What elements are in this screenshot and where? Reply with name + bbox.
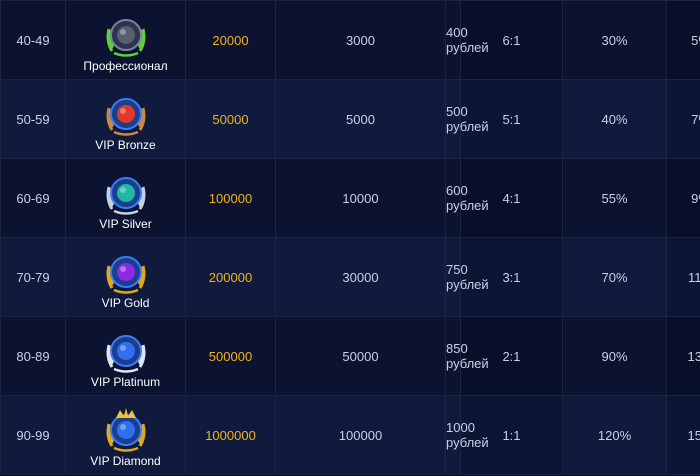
status-cell: VIP Gold xyxy=(65,237,186,317)
status-badge-icon xyxy=(106,177,145,215)
price-cell: 850 рублей xyxy=(445,316,489,396)
table-row: 50-59 VIP Bronze500005000500 рублей5:140… xyxy=(0,79,700,159)
table-row: 70-79 VIP Gold20000030000750 рублей3:170… xyxy=(0,237,700,317)
table-row: 80-89 VIP Platinum50000050000850 рублей2… xyxy=(0,316,700,396)
bonus-percent-cell: 7% xyxy=(666,79,700,159)
amount-cell: 50000 xyxy=(275,316,446,396)
bonus-percent-cell: 5% xyxy=(666,0,700,80)
required-points-cell: 200000 xyxy=(185,237,276,317)
required-points-cell: 500000 xyxy=(185,316,276,396)
amount-cell: 5000 xyxy=(275,79,446,159)
required-points-cell: 20000 xyxy=(185,0,276,80)
level-range-cell: 80-89 xyxy=(0,316,66,396)
status-name: VIP Silver xyxy=(99,217,152,231)
amount-cell: 30000 xyxy=(275,237,446,317)
price-cell: 400 рублей xyxy=(445,0,489,80)
bonus-percent-cell: 9% xyxy=(666,158,700,238)
amount-cell: 100000 xyxy=(275,395,446,475)
status-badge-icon xyxy=(106,408,145,452)
table-row: 60-69 VIP Silver10000010000600 рублей4:1… xyxy=(0,158,700,238)
percent-cell: 70% xyxy=(562,237,667,317)
bonus-percent-cell: 11% xyxy=(666,237,700,317)
percent-cell: 55% xyxy=(562,158,667,238)
level-range-cell: 90-99 xyxy=(0,395,66,475)
percent-cell: 40% xyxy=(562,79,667,159)
status-badge-icon xyxy=(106,256,145,294)
status-cell: VIP Silver xyxy=(65,158,186,238)
status-name: Профессионал xyxy=(83,59,168,73)
status-badge-icon xyxy=(106,335,145,373)
price-cell: 500 рублей xyxy=(445,79,489,159)
status-badge-icon xyxy=(106,19,145,57)
status-name: VIP Gold xyxy=(101,296,150,310)
percent-cell: 90% xyxy=(562,316,667,396)
table-row: 90-99 VIP Diamond 10000001000001000 рубле… xyxy=(0,395,700,475)
required-points-cell: 1000000 xyxy=(185,395,276,475)
price-cell: 1000 рублей xyxy=(445,395,489,475)
percent-cell: 120% xyxy=(562,395,667,475)
status-cell: VIP Platinum xyxy=(65,316,186,396)
level-range-cell: 60-69 xyxy=(0,158,66,238)
status-badge-icon xyxy=(106,98,145,136)
vip-levels-table: 40-49 Профессионал200003000400 рублей6:1… xyxy=(0,0,700,475)
bonus-percent-cell: 13% xyxy=(666,316,700,396)
percent-cell: 30% xyxy=(562,0,667,80)
status-cell: VIP Diamond xyxy=(65,395,186,475)
level-range-cell: 50-59 xyxy=(0,79,66,159)
price-cell: 750 рублей xyxy=(445,237,489,317)
amount-cell: 3000 xyxy=(275,0,446,80)
required-points-cell: 50000 xyxy=(185,79,276,159)
status-name: VIP Diamond xyxy=(90,454,161,468)
price-cell: 600 рублей xyxy=(445,158,489,238)
status-name: VIP Platinum xyxy=(90,375,161,389)
status-name: VIP Bronze xyxy=(95,138,156,152)
level-range-cell: 70-79 xyxy=(0,237,66,317)
status-cell: VIP Bronze xyxy=(65,79,186,159)
amount-cell: 10000 xyxy=(275,158,446,238)
bonus-percent-cell: 15% xyxy=(666,395,700,475)
status-cell: Профессионал xyxy=(65,0,186,80)
table-row: 40-49 Профессионал200003000400 рублей6:1… xyxy=(0,0,700,80)
required-points-cell: 100000 xyxy=(185,158,276,238)
level-range-cell: 40-49 xyxy=(0,0,66,80)
